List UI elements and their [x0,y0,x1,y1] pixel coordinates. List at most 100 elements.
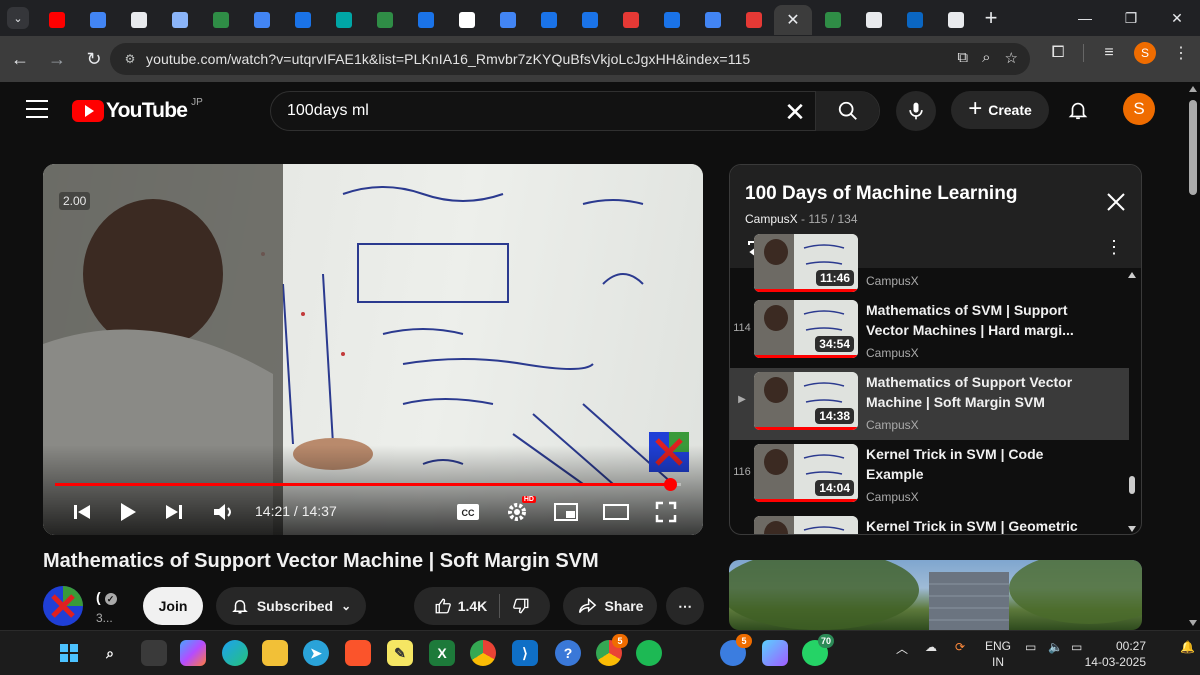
whatsapp-icon[interactable]: 70 [802,634,834,666]
chrome-icon[interactable] [470,640,496,666]
help-icon[interactable]: ? [555,640,581,666]
scroll-up-icon[interactable] [1189,86,1197,92]
task-view-icon[interactable] [141,640,167,666]
thumbs-down-icon[interactable] [512,597,530,615]
playlist-item[interactable]: 116 14:04 Kernel Trick in SVM | Code Exa… [730,440,1129,512]
site-info-icon[interactable]: ⚙ [116,52,144,66]
fullscreen-button[interactable] [651,498,681,526]
speaker-icon[interactable]: 🔈 [1048,640,1063,654]
playlist-item[interactable]: Kernel Trick in SVM | Geometric [730,512,1129,534]
browser-tab-13[interactable] [569,5,610,35]
browser-tab-4[interactable] [200,5,241,35]
browser-tab-9[interactable] [405,5,446,35]
playlist-item-thumbnail[interactable]: 14:04 [754,444,858,502]
volume-button[interactable] [209,498,239,526]
scroll-down-icon[interactable] [1189,620,1197,626]
reading-list-icon[interactable]: ≡ [1098,44,1120,62]
browser-tab-7[interactable] [323,5,364,35]
open-in-app-icon[interactable]: ⧉ [957,49,968,67]
playlist-item-thumbnail[interactable]: 34:54 [754,300,858,358]
browser-tab-right-1[interactable] [853,5,894,35]
playlist-item-thumbnail[interactable] [754,516,858,534]
brave-icon[interactable] [345,640,371,666]
copilot-icon[interactable] [180,640,206,666]
bookmark-star-icon[interactable]: ☆ [1005,49,1018,67]
playlist-item-title[interactable]: Mathematics of Support Vector Machine | … [866,372,1096,412]
browser-menu-icon[interactable]: ⋮ [1170,43,1192,63]
page-scrollbar[interactable] [1186,82,1200,630]
sider-icon[interactable]: 5 [720,634,752,666]
search-taskbar-button[interactable]: ⌕ [97,640,123,666]
settings-button[interactable]: HD [502,496,536,526]
vscode-icon[interactable]: ⟩ [512,640,538,666]
spotify-icon[interactable] [636,640,662,666]
browser-tab-14[interactable] [610,5,651,35]
create-button[interactable]: + Create [951,91,1049,129]
edge-icon[interactable] [222,640,248,666]
browser-tab-2[interactable] [118,5,159,35]
extensions-icon[interactable]: ⧠ [1047,44,1069,62]
sticky-notes-icon[interactable]: ✎ [387,640,413,666]
playlist-scrollbar-thumb[interactable] [1129,476,1135,494]
captions-button[interactable]: CC [454,498,482,526]
recommended-video-thumbnail[interactable] [729,560,1142,630]
theater-mode-button[interactable] [601,498,631,526]
youtube-logo[interactable]: YouTube JP [72,97,203,123]
browser-tab-3[interactable] [159,5,200,35]
close-icon[interactable] [1105,191,1127,213]
browser-tab-6[interactable] [282,5,323,35]
browser-tab-right-0[interactable] [812,5,853,35]
sync-icon[interactable]: ⟳ [955,640,965,654]
browser-tab-12[interactable] [528,5,569,35]
browser-tab-right-2[interactable] [894,5,935,35]
playlist-item[interactable]: 114 34:54 Mathematics of SVM | Support V… [730,296,1129,368]
address-url[interactable]: youtube.com/watch?v=utqrvIFAE1k&list=PLK… [146,51,750,67]
chrome-profile-icon[interactable]: 5 [596,634,628,666]
telegram-icon[interactable]: ➤ [303,640,329,666]
playlist-item[interactable]: ▶ 14:38 Mathematics of Support Vector Ma… [730,368,1129,440]
channel-avatar[interactable] [43,586,83,626]
restore-button[interactable]: ❐ [1108,0,1154,36]
browser-tab-11[interactable] [487,5,528,35]
forward-button[interactable]: → [40,42,74,76]
clear-search-icon[interactable]: ✕ [781,98,809,126]
browser-tab-16[interactable] [692,5,733,35]
more-actions-button[interactable]: ⋯ [666,587,704,625]
playlist-item-title[interactable]: Kernel Trick in SVM | Code Example [866,444,1096,484]
voice-search-button[interactable] [896,91,936,131]
profile-avatar[interactable]: S [1134,42,1156,64]
scrubber-handle[interactable] [663,478,677,491]
vpn-icon[interactable] [762,640,788,666]
browser-tab-17[interactable] [733,5,774,35]
notification-center-icon[interactable]: 🔔 [1180,640,1195,654]
playlist-item[interactable]: 11:46 CampusX [730,234,1129,296]
channel-name[interactable]: ( ✓ [96,589,117,605]
search-button[interactable] [815,91,879,131]
browser-tab-0[interactable] [36,5,77,35]
battery-icon[interactable]: ▭ [1071,640,1082,654]
browser-tab-5[interactable] [241,5,282,35]
subscribed-button[interactable]: Subscribed ⌄ [216,587,366,625]
playlist-item-title[interactable]: Kernel Trick in SVM | Geometric [866,516,1096,534]
new-tab-button[interactable]: + [976,5,1006,31]
browser-tab-8[interactable] [364,5,405,35]
playlist-title[interactable]: 100 Days of Machine Learning [745,183,1017,205]
close-icon[interactable]: ✕ [785,12,801,29]
scroll-up-icon[interactable] [1128,272,1136,278]
zoom-icon[interactable]: ⌕ [982,49,990,67]
like-button[interactable]: 1.4K [434,597,487,615]
playlist-scrollbar[interactable] [1128,268,1136,534]
play-button[interactable] [115,498,141,526]
cloud-icon[interactable]: ☁ [925,640,937,654]
account-avatar[interactable]: S [1123,93,1155,125]
notifications-button[interactable] [1064,96,1092,124]
minimize-button[interactable]: — [1062,0,1108,36]
window-close-button[interactable]: ✕ [1154,0,1200,36]
playlist-item-thumbnail[interactable]: 14:38 [754,372,858,430]
network-icon[interactable]: ▭ [1025,640,1036,654]
system-clock[interactable]: 00:27 14-03-2025 [1085,638,1146,670]
playlist-more-icon[interactable]: ⋮ [1105,237,1123,258]
video-player[interactable]: 2.00 14:21 / 14:37 CC HD [43,164,703,535]
browser-tab-1[interactable] [77,5,118,35]
playlist-item-title[interactable]: Mathematics of SVM | Support Vector Mach… [866,300,1096,340]
